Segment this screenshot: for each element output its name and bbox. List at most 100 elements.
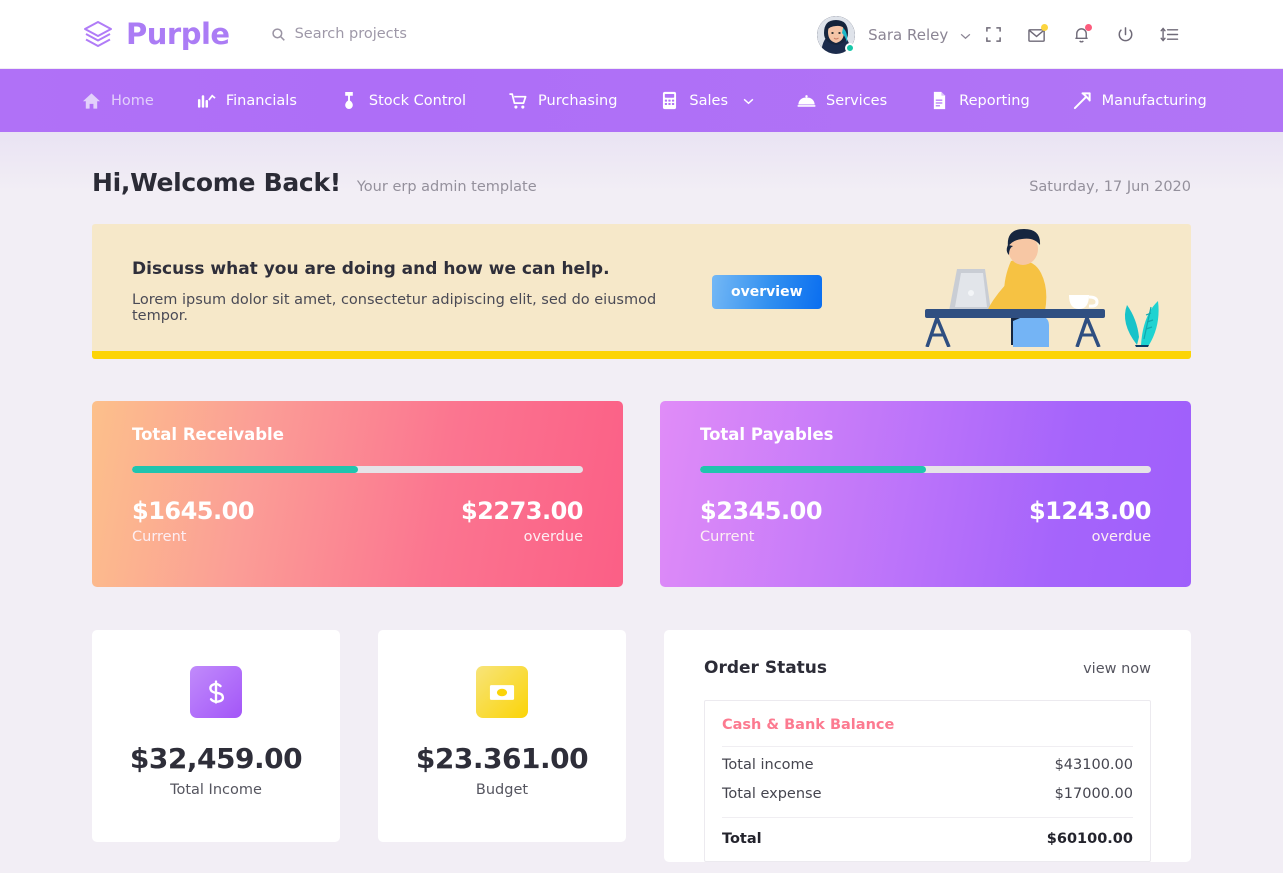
nav-item-label: Stock Control	[368, 92, 467, 109]
power-button[interactable]	[1103, 15, 1147, 55]
current-figure: $2345.00 Current	[700, 497, 823, 545]
nav-item-financials[interactable]: Financials	[197, 91, 297, 110]
order-status-header: Order Status view now	[704, 658, 1151, 678]
nav-item-sales[interactable]: Sales	[660, 91, 754, 110]
nav-item-reporting[interactable]: Reporting	[930, 91, 1030, 110]
nav-item-manufacturing[interactable]: Manufacturing	[1073, 91, 1207, 110]
overdue-figure: $2273.00 overdue	[460, 497, 584, 545]
progress-bar-fill	[132, 466, 358, 473]
overdue-label: overdue	[523, 529, 583, 545]
stock-icon	[340, 91, 359, 110]
banner-heading: Discuss what you are doing and how we ca…	[132, 259, 610, 279]
banner-bottom-strip	[92, 351, 1191, 359]
list-settings-icon	[1159, 26, 1179, 43]
user-name-label: Sara Reley	[868, 25, 949, 44]
card-figures: $1645.00 Current $2273.00 overdue	[132, 497, 584, 545]
current-label: Current	[132, 529, 187, 545]
nav-item-label: Purchasing	[538, 92, 618, 109]
overview-button[interactable]: overview	[712, 274, 822, 309]
top-bar: Purple Search projects Sara Reley	[0, 0, 1283, 69]
total-receivable-card: Total Receivable $1645.00 Current $2273.00 o…	[92, 401, 623, 587]
user-name[interactable]: Sara Reley	[868, 26, 971, 44]
totals-row: Total Receivable $1645.00 Current $2273.00 o…	[92, 401, 1191, 587]
nav-item-label: Sales	[689, 92, 728, 109]
nav-item-label: Reporting	[959, 92, 1030, 109]
current-label: Current	[700, 529, 755, 545]
total-payables-card: Total Payables $2345.00 Current $1243.00 ove…	[660, 401, 1191, 587]
overdue-amount: $2273.00	[460, 497, 584, 525]
search-input[interactable]	[294, 26, 535, 42]
balance-row-value: $17000.00	[1054, 786, 1133, 802]
cart-icon	[509, 91, 528, 110]
document-icon	[930, 91, 949, 110]
nav-item-label: Manufacturing	[1101, 92, 1207, 109]
topbar-actions: Sara Reley	[817, 0, 1191, 69]
stat-card-budget: $23.361.00 Budget	[378, 630, 626, 842]
current-amount: $1645.00	[132, 497, 255, 525]
balance-rows: Total income $43100.00 Total expense $17000…	[722, 747, 1133, 805]
card-title: Total Receivable	[132, 425, 284, 444]
balance-row-label: Total income	[722, 757, 814, 773]
main-navigation: Home Financials Stock Control Purchasing Sal…	[0, 69, 1283, 132]
search-box[interactable]	[271, 26, 535, 42]
balance-row: Total income $43100.00	[722, 747, 1133, 776]
stat-label: Total Income	[170, 782, 262, 798]
cloche-icon	[797, 91, 816, 110]
stat-value: $23.361.00	[415, 742, 589, 775]
promo-banner: Discuss what you are doing and how we ca…	[92, 224, 1191, 359]
order-status-card: Order Status view now Cash & Bank Balanc…	[664, 630, 1191, 862]
fullscreen-button[interactable]	[971, 15, 1015, 55]
overdue-label: overdue	[1091, 529, 1151, 545]
card-title: Total Payables	[700, 425, 834, 444]
chevron-down-icon	[960, 26, 971, 44]
messages-button[interactable]	[1015, 15, 1059, 55]
cash-bank-balance-box: Cash & Bank Balance Total income $43100.0…	[704, 700, 1151, 862]
nav-item-label: Financials	[225, 92, 297, 109]
bottom-row: $32,459.00 Total Income $23.361.00 Budge…	[92, 630, 1191, 862]
dollar-sign-icon	[190, 666, 242, 718]
calculator-icon	[660, 91, 679, 110]
chevron-down-icon	[743, 93, 754, 109]
welcome-row: Hi,Welcome Back! Your erp admin template…	[92, 132, 1191, 197]
notifications-button[interactable]	[1059, 15, 1103, 55]
balance-total-label: Total	[722, 831, 762, 847]
stat-card-total-income: $32,459.00 Total Income	[92, 630, 340, 842]
search-icon	[271, 27, 286, 42]
nav-item-label: Services	[826, 92, 888, 109]
page-subtitle: Your erp admin template	[356, 179, 537, 195]
progress-bar	[700, 466, 1151, 473]
settings-list-button[interactable]	[1147, 15, 1191, 55]
power-icon	[1117, 26, 1134, 43]
progress-bar-fill	[700, 466, 926, 473]
home-icon	[82, 91, 101, 110]
chart-bars-icon	[197, 91, 216, 110]
balance-row-value: $43100.00	[1054, 757, 1133, 773]
stat-value: $32,459.00	[129, 742, 303, 775]
nav-item-purchasing[interactable]: Purchasing	[509, 91, 617, 110]
nav-item-stock-control[interactable]: Stock Control	[340, 91, 466, 110]
fullscreen-icon	[985, 26, 1002, 43]
nav-item-home[interactable]: Home	[82, 91, 154, 110]
money-bill-icon	[476, 666, 528, 718]
hammer-icon	[1073, 91, 1092, 110]
page-title: Hi,Welcome Back!	[92, 168, 341, 197]
page-content: Hi,Welcome Back! Your erp admin template…	[0, 132, 1283, 873]
current-amount: $2345.00	[700, 497, 823, 525]
online-status-dot	[845, 42, 856, 53]
mail-badge	[1041, 23, 1048, 31]
balance-total-value: $60100.00	[1046, 831, 1133, 847]
balance-row-label: Total expense	[722, 786, 822, 802]
nav-item-services[interactable]: Services	[797, 91, 887, 110]
stat-label: Budget	[475, 782, 529, 798]
order-status-title: Order Status	[704, 658, 828, 678]
avatar[interactable]	[817, 15, 856, 54]
notification-badge	[1085, 23, 1092, 31]
overdue-amount: $1243.00	[1028, 497, 1152, 525]
person-at-desk-illustration	[915, 227, 1177, 351]
current-date: Saturday, 17 Jun 2020	[1029, 179, 1191, 195]
current-figure: $1645.00 Current	[132, 497, 255, 545]
view-now-link[interactable]: view now	[1083, 661, 1151, 677]
progress-bar	[132, 466, 583, 473]
brand-logo-link[interactable]: Purple	[82, 17, 230, 51]
balance-title: Cash & Bank Balance	[722, 717, 1133, 747]
